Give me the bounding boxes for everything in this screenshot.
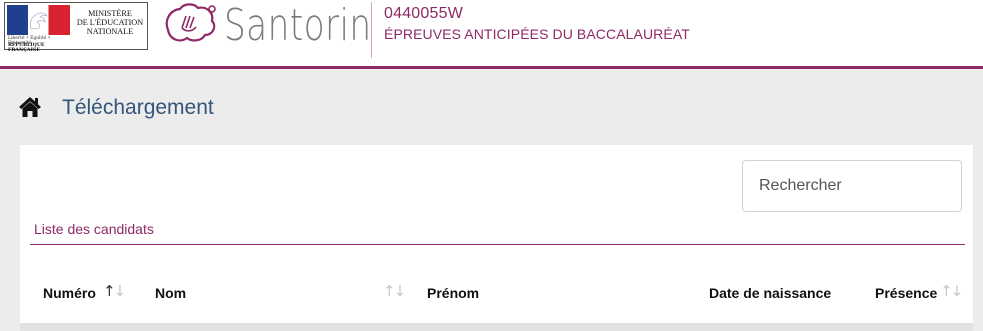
candidates-card: Liste des candidats Numéro ↑↓ Nom ↑↓ Pré… (20, 145, 973, 325)
column-header-nom[interactable]: Nom (155, 285, 186, 301)
column-header-prenom[interactable]: Prénom (427, 285, 479, 301)
santorin-emblem-icon (165, 3, 216, 42)
app-name: Santorin (224, 0, 372, 51)
column-header-numero[interactable]: Numéro (43, 285, 96, 301)
table-header: Numéro ↑↓ Nom ↑↓ Prénom Date de naissanc… (20, 263, 973, 325)
sort-icon[interactable]: ↑↓ (383, 282, 406, 300)
column-header-presence[interactable]: Présence (875, 285, 937, 301)
home-icon (19, 97, 41, 117)
column-header-date-naissance[interactable]: Date de naissance (709, 285, 831, 301)
table-row (20, 323, 973, 331)
ministry-line: NATIONALE (86, 27, 134, 36)
exam-name: ÉPREUVES ANTICIPÉES DU BACCALAURÉAT (384, 26, 690, 42)
main-content: Téléchargement Liste des candidats Numér… (0, 69, 983, 331)
ministry-logo: Liberté • Égalité • Fraternité RÉPUBLIQU… (4, 2, 148, 53)
search-input[interactable] (742, 160, 962, 212)
sort-icon[interactable]: ↑↓ (940, 282, 963, 300)
list-label-underline (30, 244, 965, 245)
list-label: Liste des candidats (34, 221, 154, 237)
top-header: Liberté • Égalité • Fraternité RÉPUBLIQU… (0, 0, 983, 66)
ministry-line: DE L'ÉDUCATION (76, 18, 144, 27)
republic-label: RÉPUBLIQUE FRANÇAISE (8, 43, 45, 53)
establishment-code: 0440055W (384, 5, 463, 22)
header-divider (371, 2, 372, 58)
ministry-name: MINISTÈRE DE L'ÉDUCATION NATIONALE (73, 9, 147, 36)
ministry-line: MINISTÈRE (88, 9, 132, 18)
page-title: Téléchargement (62, 96, 214, 119)
republic-flag (7, 5, 70, 35)
sort-asc-icon[interactable]: ↑↓ (103, 282, 126, 300)
marianne-icon (29, 12, 48, 30)
